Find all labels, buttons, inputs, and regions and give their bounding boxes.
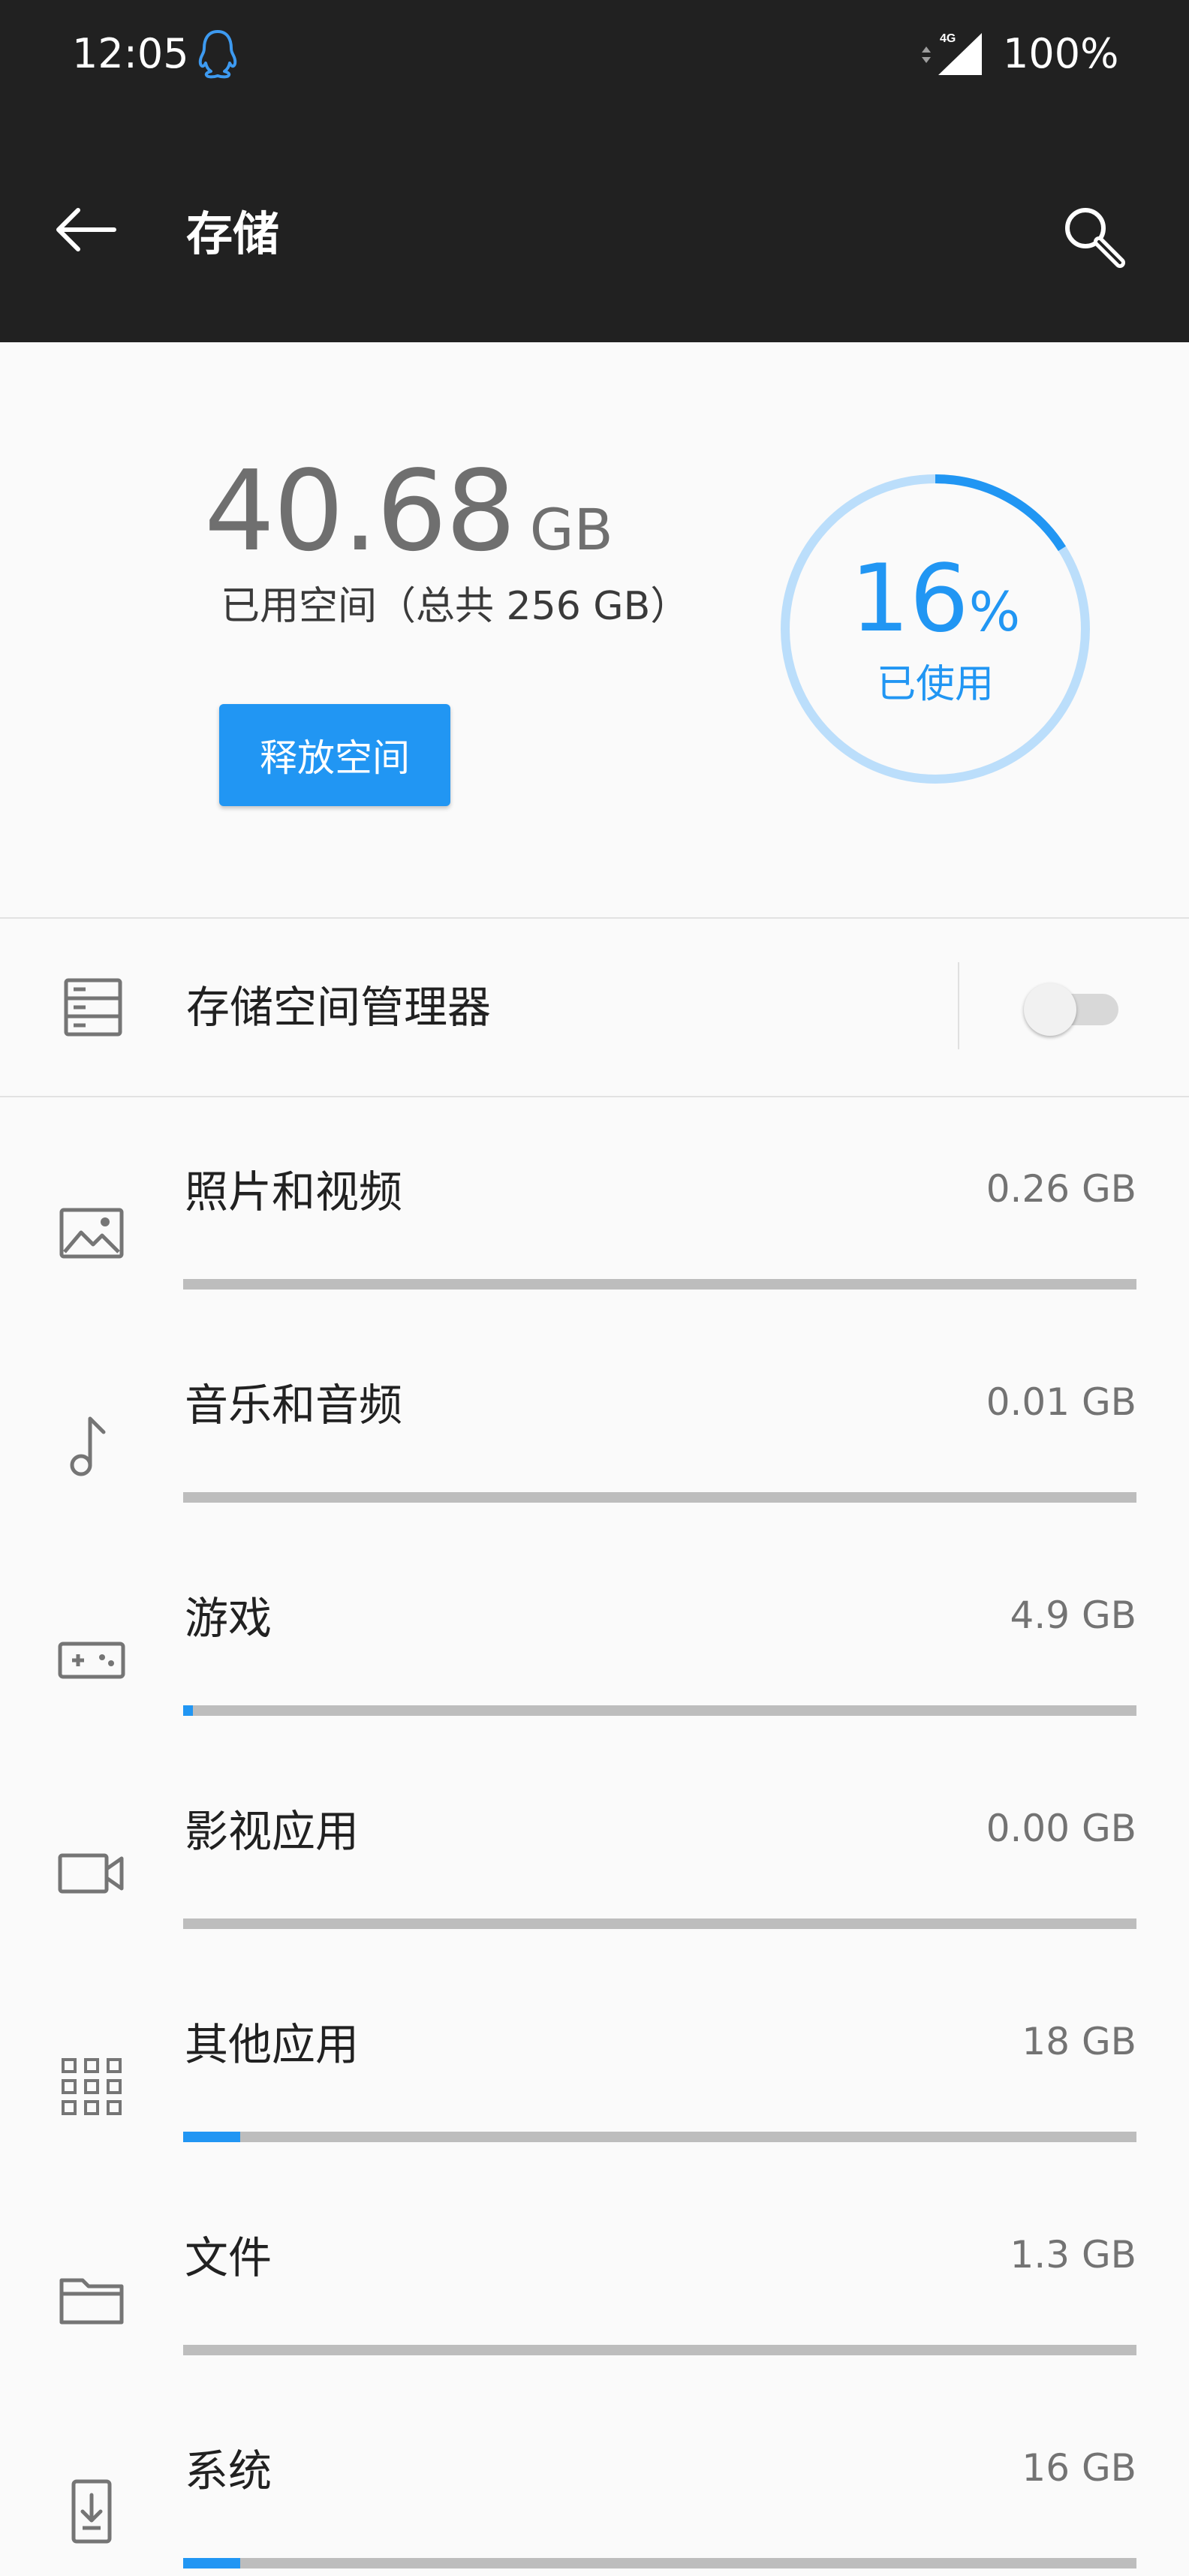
storage-screen: 12:05 4G 100% 存储 40.68 GB 已用空间（总共 256 GB… bbox=[0, 0, 1189, 2576]
category-usage-fill bbox=[183, 2558, 241, 2568]
storage-manager-row[interactable]: 存储空间管理器 bbox=[0, 919, 1189, 1096]
category-photos-videos[interactable]: 照片和视频 0.26 GB bbox=[0, 1132, 1189, 1345]
category-size: 0.26 GB bbox=[986, 1167, 1136, 1211]
usage-percent: 16% bbox=[850, 550, 1020, 661]
free-up-space-button[interactable]: 释放空间 bbox=[219, 704, 450, 806]
used-unit: GB bbox=[529, 496, 613, 563]
network-type-label: 4G bbox=[940, 32, 956, 45]
music-note-icon bbox=[70, 1416, 106, 1476]
category-usage-bar bbox=[183, 2132, 1136, 2142]
used-amount: 40.68 GB bbox=[204, 447, 613, 575]
category-other-apps[interactable]: 其他应用 18 GB bbox=[0, 1985, 1189, 2198]
app-bar: 存储 bbox=[0, 108, 1189, 342]
vertical-separator bbox=[958, 962, 959, 1049]
page-title: 存储 bbox=[186, 206, 280, 261]
category-label: 照片和视频 bbox=[185, 1166, 403, 1217]
category-music-audio[interactable]: 音乐和音频 0.01 GB bbox=[0, 1345, 1189, 1558]
category-usage-bar bbox=[183, 1279, 1136, 1290]
used-caption: 已用空间（总共 256 GB） bbox=[221, 584, 690, 629]
category-label: 其他应用 bbox=[185, 2019, 360, 2070]
back-button[interactable] bbox=[48, 192, 123, 267]
apps-grid-icon bbox=[62, 2058, 122, 2115]
category-system[interactable]: 系统 16 GB bbox=[0, 2411, 1189, 2576]
category-usage-bar bbox=[183, 1705, 1136, 1716]
image-icon bbox=[59, 1208, 124, 1259]
status-time: 12:05 bbox=[72, 30, 189, 77]
category-usage-fill bbox=[183, 1705, 193, 1716]
gamepad-icon bbox=[58, 1642, 125, 1679]
category-games[interactable]: 游戏 4.9 GB bbox=[0, 1558, 1189, 1771]
category-usage-bar bbox=[183, 2558, 1136, 2568]
switch-thumb bbox=[1024, 983, 1076, 1036]
category-usage-bar bbox=[183, 1492, 1136, 1503]
used-value: 40.68 bbox=[204, 447, 516, 576]
category-size: 4.9 GB bbox=[1010, 1593, 1136, 1637]
category-size: 18 GB bbox=[1022, 2020, 1136, 2063]
category-size: 0.00 GB bbox=[986, 1807, 1136, 1850]
search-icon bbox=[1065, 208, 1125, 268]
folder-icon bbox=[59, 2278, 124, 2325]
category-usage-bar bbox=[183, 2345, 1136, 2355]
category-files[interactable]: 文件 1.3 GB bbox=[0, 2198, 1189, 2411]
category-label: 文件 bbox=[185, 2232, 272, 2283]
storage-icon bbox=[64, 978, 122, 1037]
category-usage-bar bbox=[183, 1918, 1136, 1929]
category-label: 影视应用 bbox=[185, 1806, 360, 1857]
category-size: 0.01 GB bbox=[986, 1380, 1136, 1424]
category-size: 1.3 GB bbox=[1010, 2233, 1136, 2277]
system-update-icon bbox=[71, 2479, 112, 2544]
storage-manager-switch[interactable] bbox=[1024, 983, 1121, 1036]
category-label: 音乐和音频 bbox=[185, 1380, 403, 1431]
video-camera-icon bbox=[58, 1853, 124, 1894]
category-label: 游戏 bbox=[185, 1593, 272, 1644]
status-bar: 12:05 4G 100% bbox=[0, 0, 1189, 108]
category-video-apps[interactable]: 影视应用 0.00 GB bbox=[0, 1771, 1189, 1985]
category-label: 系统 bbox=[185, 2445, 272, 2496]
arrow-left-icon bbox=[56, 208, 116, 251]
signal-4g-icon: 4G bbox=[922, 32, 982, 75]
divider bbox=[0, 1096, 1189, 1097]
usage-percent-sign: % bbox=[968, 579, 1021, 643]
usage-percent-value: 16 bbox=[850, 544, 969, 653]
battery-level: 100% bbox=[1003, 30, 1119, 77]
search-button[interactable] bbox=[1058, 201, 1130, 273]
storage-summary: 40.68 GB 已用空间（总共 256 GB） 释放空间 16% 已使用 bbox=[0, 342, 1189, 917]
storage-manager-label: 存储空间管理器 bbox=[186, 982, 492, 1033]
usage-percent-label: 已使用 bbox=[876, 661, 994, 707]
category-size: 16 GB bbox=[1022, 2446, 1136, 2490]
usage-ring-text: 16% 已使用 bbox=[778, 471, 1093, 787]
category-usage-fill bbox=[183, 2132, 241, 2142]
qq-icon bbox=[198, 30, 237, 79]
